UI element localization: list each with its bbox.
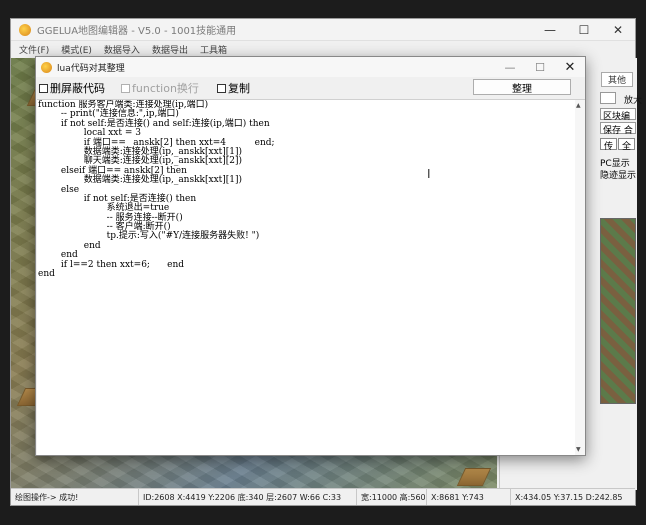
maximize-button[interactable]: ☐ — [567, 19, 601, 41]
checkbox-box[interactable] — [39, 83, 48, 93]
menu-data-export[interactable]: 数据导出 — [152, 43, 188, 56]
status-tile-info: ID:2608 X:4419 Y:2206 底:340 层:2607 W:66 … — [139, 489, 357, 505]
save-merge-select[interactable]: 保存 合 — [600, 122, 636, 136]
dialog-title: lua代码对其整理 — [57, 63, 125, 74]
main-window-title: GGELUA地图编辑器 - V5.0 - 1001技能通用 — [37, 26, 237, 37]
menu-toolbox[interactable]: 工具箱 — [200, 43, 227, 56]
scroll-up-icon[interactable]: ▲ — [576, 102, 581, 109]
close-button[interactable]: ✕ — [601, 19, 635, 41]
block-edit-select[interactable]: 区块编 — [600, 108, 636, 122]
copy-checkbox[interactable]: 复制 — [217, 80, 250, 96]
menu-data-import[interactable]: 数据导入 — [104, 43, 140, 56]
tab-transfer[interactable]: 传 — [600, 138, 618, 152]
tab-other[interactable]: 其他 — [600, 72, 633, 87]
code-line: if l==2 then xxt=6; end — [38, 259, 185, 270]
status-map-size: 宽:11000 高:5600 — [357, 489, 427, 505]
dialog-maximize-button[interactable]: ☐ — [525, 61, 555, 74]
map-tile — [456, 468, 492, 486]
trace-display-check[interactable]: 隐迹显示 — [600, 168, 636, 181]
scroll-down-icon[interactable]: ▼ — [576, 446, 581, 453]
dialog-close-button[interactable]: ✕ — [555, 60, 585, 75]
text-cursor-icon: I — [427, 167, 431, 181]
tab-all[interactable]: 全 — [618, 138, 636, 152]
zoom-label: 放大 — [624, 96, 643, 106]
code-line: end — [38, 240, 101, 251]
checkbox-box[interactable] — [121, 83, 130, 93]
function-newline-label: function换行 — [132, 82, 199, 95]
app-logo-icon — [19, 23, 31, 36]
code-line: 数据端类:连接处理(ip,_anskk[xxt][1]) — [38, 175, 243, 186]
main-titlebar[interactable]: GGELUA地图编辑器 - V5.0 - 1001技能通用 — ☐ ✕ — [11, 19, 635, 41]
checkbox-box[interactable] — [217, 83, 226, 93]
code-line: end — [38, 269, 55, 280]
minimize-button[interactable]: — — [533, 19, 567, 41]
strip-code-checkbox[interactable]: 删屏蔽代码 — [39, 80, 105, 96]
menu-mode[interactable]: 模式(E) — [61, 43, 92, 56]
status-message: 绘图操作-> 成功! — [11, 489, 139, 505]
status-bar: 绘图操作-> 成功! ID:2608 X:4419 Y:2206 底:340 层… — [11, 488, 635, 505]
strip-code-label: 删屏蔽代码 — [50, 82, 105, 95]
code-editor[interactable]: function 服务客户端类:连接处理(ip,端口) -- print("连接… — [37, 99, 585, 455]
menu-file[interactable]: 文件(F) — [19, 43, 49, 56]
lua-format-dialog: lua代码对其整理 — ☐ ✕ 删屏蔽代码 function换行 复制 整理 f… — [35, 56, 586, 456]
menu-bar: 文件(F) 模式(E) 数据导入 数据导出 工具箱 — [11, 41, 635, 57]
editor-scrollbar[interactable]: ▲ ▼ — [575, 100, 585, 455]
dialog-minimize-button[interactable]: — — [495, 61, 525, 74]
status-camera-pos: X:434.05 Y:37.15 D:242.85 — [515, 492, 623, 502]
copy-label: 复制 — [228, 82, 250, 95]
dialog-toolbar: 删屏蔽代码 function换行 复制 整理 — [36, 77, 585, 95]
layer-select[interactable] — [600, 92, 616, 104]
status-cursor-pos: X:8681 Y:743 — [427, 489, 511, 505]
minimap[interactable] — [600, 218, 636, 404]
dialog-titlebar[interactable]: lua代码对其整理 — ☐ ✕ — [36, 57, 585, 77]
format-button[interactable]: 整理 — [473, 79, 571, 95]
dialog-logo-icon — [41, 61, 52, 73]
function-newline-checkbox[interactable]: function换行 — [121, 80, 199, 96]
code-text[interactable]: function 服务客户端类:连接处理(ip,端口) -- print("连接… — [38, 100, 573, 280]
code-line: tp.提示:写入("#Y/连接服务器失败! ") — [38, 231, 260, 242]
